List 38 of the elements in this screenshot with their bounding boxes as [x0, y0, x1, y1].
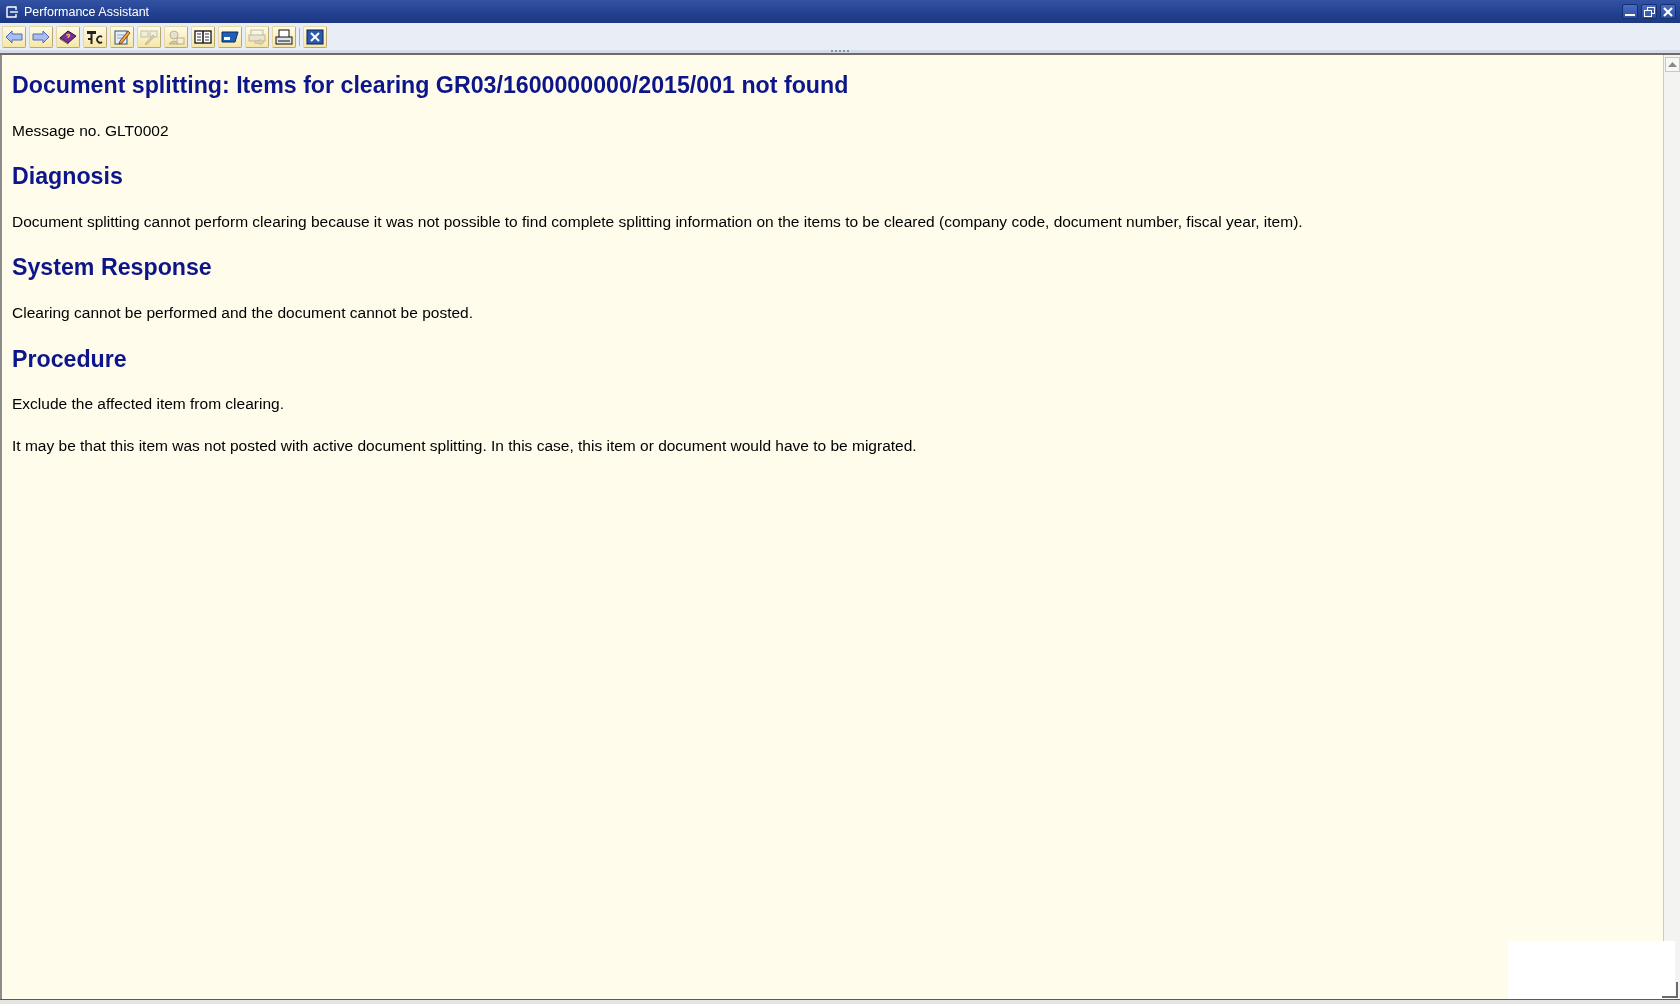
restore-icon: [1643, 6, 1655, 17]
section-heading: System Response: [12, 254, 213, 281]
book-icon: [194, 28, 212, 45]
help-book-icon: [59, 28, 77, 45]
document-title: Document splitting: Items for clearing GR03/1600000000/2015/001 not found: [12, 72, 850, 98]
section-paragraph: Document splitting cannot perform clearing because it was not possible to find complete splitting information on the items to be cleared (company code, document number, fiscal year, item).: [12, 212, 1304, 231]
toolbar-button[interactable]: [303, 25, 327, 48]
person-icon: [167, 28, 185, 45]
toolbar-button[interactable]: [191, 25, 215, 48]
notes-icon: [140, 28, 158, 45]
tag-icon: [221, 28, 239, 45]
document-arrow-icon: [248, 28, 266, 45]
arrow-left-icon: [5, 28, 23, 45]
section-paragraph: It may be that this item was not posted with active document splitting. In this case, this item or document would have to be migrated.: [12, 436, 918, 455]
section-paragraph: Clearing cannot be performed and the document cannot be posted.: [12, 303, 474, 322]
window-title: Performance Assistant: [24, 4, 150, 19]
restore-button[interactable]: [1641, 4, 1657, 19]
message-number: Message no. GLT0002: [12, 121, 170, 140]
tools-icon: [86, 28, 104, 45]
scrollbar-track[interactable]: [1664, 55, 1680, 999]
triangle-up-icon: [1667, 62, 1677, 67]
toolbar-button[interactable]: [56, 25, 80, 48]
close-icon: [306, 28, 324, 45]
section-heading: Diagnosis: [12, 163, 124, 190]
toolbar-button[interactable]: [218, 25, 242, 48]
edit-icon: [113, 28, 131, 45]
printer-icon: [275, 28, 293, 45]
section-heading: Procedure: [12, 345, 128, 372]
scroll-up-button[interactable]: [1664, 57, 1680, 72]
toolbar-button[interactable]: [83, 25, 107, 48]
close-button[interactable]: [1660, 4, 1676, 19]
minimize-button[interactable]: [1622, 4, 1638, 19]
resize-grip-icon[interactable]: [1662, 982, 1678, 998]
minimize-icon: [1625, 14, 1635, 16]
close-icon: [1663, 6, 1673, 17]
window-icon: [6, 5, 19, 18]
arrow-right-icon: [32, 28, 50, 45]
section-paragraph: Exclude the affected item from clearing.: [12, 395, 285, 414]
